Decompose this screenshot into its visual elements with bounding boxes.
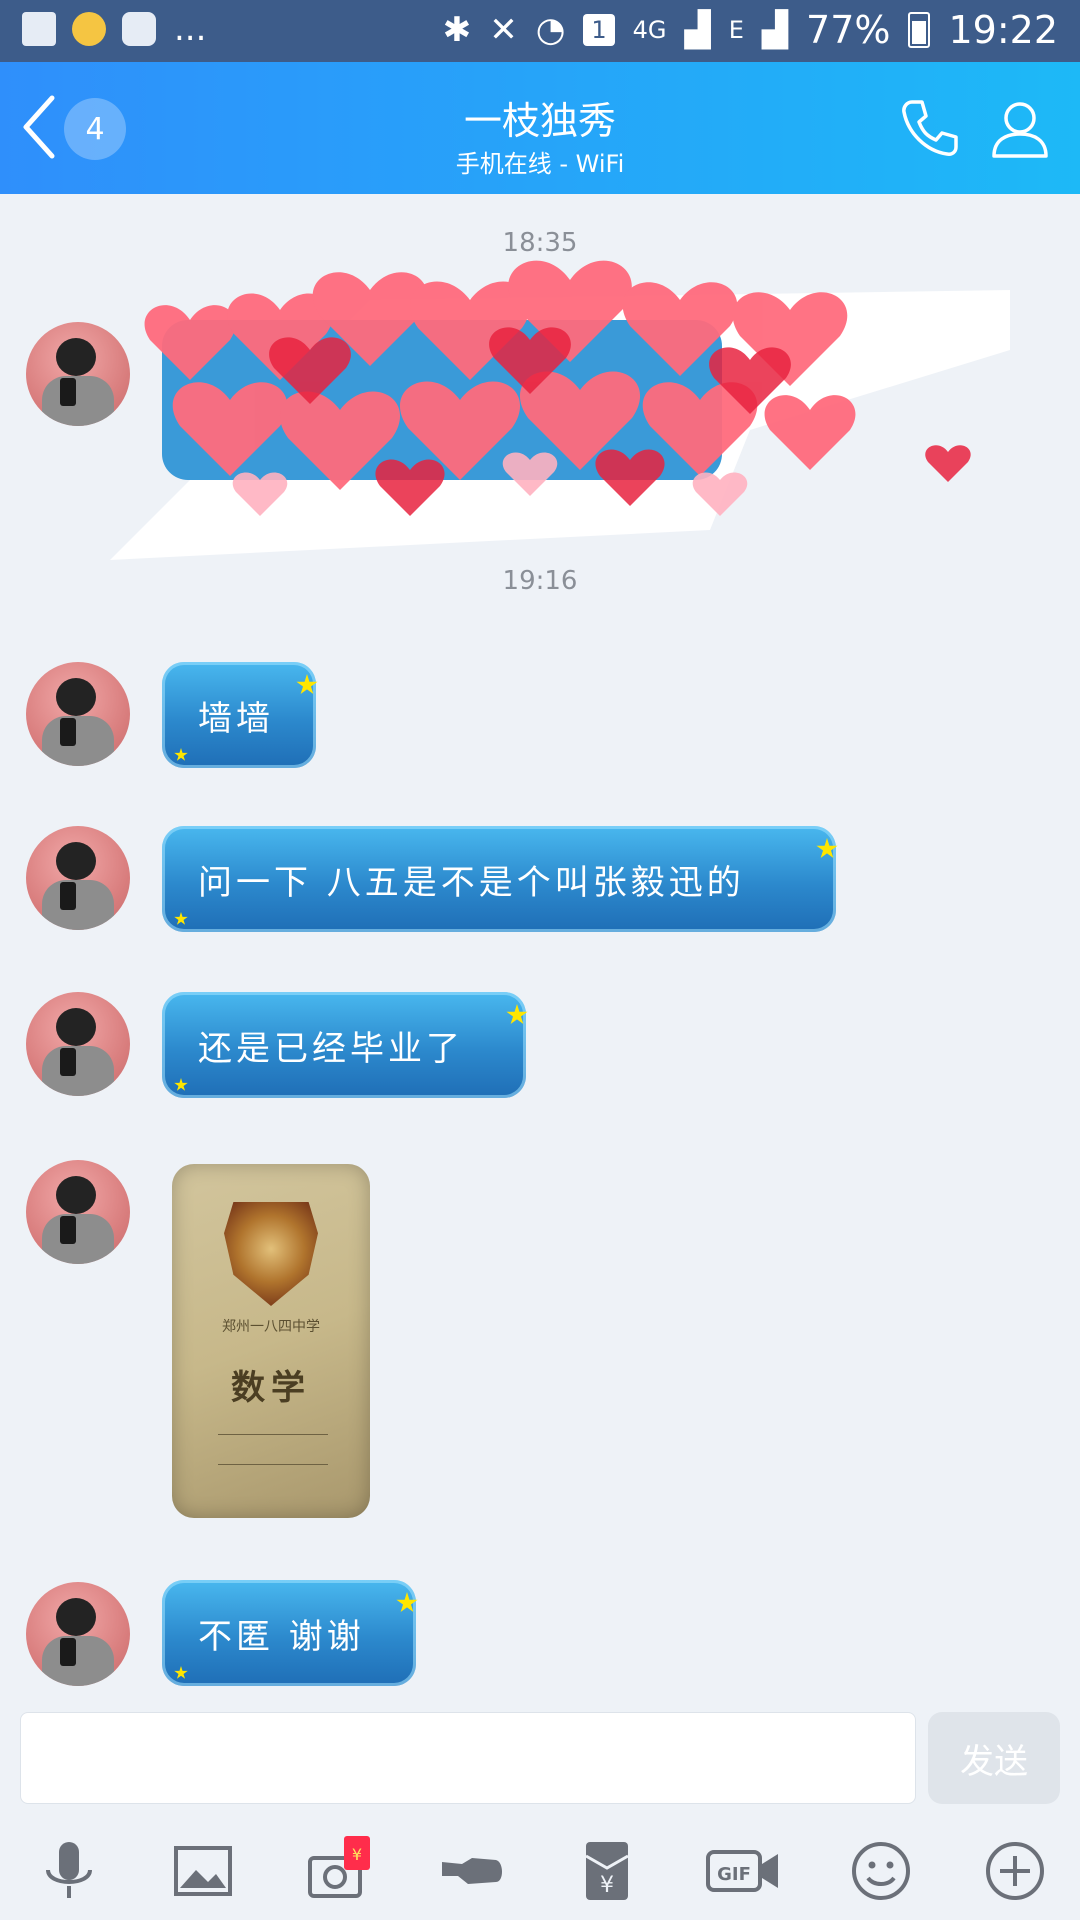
send-button[interactable]: 发送: [928, 1712, 1060, 1804]
star-decoration-icon: [506, 1004, 528, 1025]
message-input[interactable]: [20, 1712, 916, 1804]
red-packet-label: ¥: [600, 1873, 614, 1898]
avatar[interactable]: [26, 826, 130, 930]
star-decoration-icon: [174, 1078, 188, 1091]
photo-school-name: 郑州一八四中学: [222, 1319, 320, 1335]
message-bubble[interactable]: 问一下 八五是不是个叫张毅迅的: [162, 826, 838, 932]
message-text: 还是已经毕业了: [198, 1028, 464, 1069]
status-bar: ... ✱ ✕ ◔ 1 4G ▟ E ▟ 77% 19:22: [0, 0, 1080, 62]
signal-icon-2: ▟: [761, 10, 789, 50]
star-decoration-icon: [174, 912, 188, 925]
battery-icon: [908, 12, 931, 48]
redacted-message-hearts: [110, 260, 1010, 560]
phone-call-icon[interactable]: [898, 96, 962, 160]
school-emblem-icon: [224, 1202, 318, 1306]
network-4g: 4G: [632, 16, 667, 44]
message-text: 墙墙: [198, 698, 274, 739]
sim-slot: 1: [583, 14, 615, 46]
status-right: ✱ ✕ ◔ 1 4G ▟ E ▟ 77% 19:22: [443, 8, 1058, 52]
plus-icon[interactable]: [980, 1836, 1050, 1906]
gallery-icon: [22, 12, 56, 46]
avatar[interactable]: [26, 662, 130, 766]
timestamp: 19:16: [502, 566, 578, 596]
chat-header: 4 一枝独秀 手机在线 - WiFi: [0, 62, 1080, 194]
mute-icon: ✕: [489, 10, 518, 50]
gif-icon[interactable]: GIF: [704, 1836, 782, 1906]
clock: 19:22: [948, 8, 1058, 52]
star-decoration-icon: [396, 1592, 418, 1613]
microphone-icon[interactable]: [34, 1836, 104, 1906]
image-icon[interactable]: [168, 1836, 238, 1906]
divider: [218, 1464, 328, 1465]
signal-icon: ▟: [684, 10, 711, 50]
wifi-icon: ◔: [535, 10, 566, 50]
gif-label: GIF: [717, 1864, 751, 1885]
star-decoration-icon: [174, 1666, 188, 1679]
contact-profile-icon[interactable]: [988, 96, 1052, 160]
message-text: 不匿 谢谢: [198, 1616, 365, 1657]
avatar[interactable]: [26, 992, 130, 1096]
input-toolbar: ¥ ¥ GIF: [0, 1830, 1080, 1920]
award-icon: [72, 12, 106, 46]
avatar[interactable]: [26, 1582, 130, 1686]
red-packet-icon[interactable]: ¥: [572, 1836, 642, 1906]
network-e: E: [728, 16, 744, 44]
emoji-icon[interactable]: [846, 1836, 916, 1906]
avatar[interactable]: [26, 1160, 130, 1264]
notification-overflow: ...: [174, 9, 207, 49]
message-bubble[interactable]: 还是已经毕业了: [162, 992, 528, 1098]
poke-icon[interactable]: [438, 1836, 508, 1906]
message-bubble[interactable]: 不匿 谢谢: [162, 1580, 418, 1686]
star-decoration-icon: [816, 838, 838, 859]
chat-icon: [122, 12, 156, 46]
star-decoration-icon: [174, 748, 188, 761]
divider: [218, 1434, 328, 1435]
camera-redpacket-icon[interactable]: ¥: [304, 1836, 374, 1906]
battery-percent: 77%: [806, 8, 891, 52]
status-left: ...: [22, 12, 206, 46]
bluetooth-icon: ✱: [442, 10, 472, 50]
star-decoration-icon: [296, 674, 318, 695]
image-message[interactable]: 郑州一八四中学 数学: [172, 1164, 370, 1518]
message-text: 问一下 八五是不是个叫张毅迅的: [198, 862, 745, 903]
message-bubble[interactable]: 墙墙: [162, 662, 318, 768]
photo-subject: 数学: [231, 1368, 311, 1408]
redpacket-label: ¥: [352, 1845, 362, 1864]
